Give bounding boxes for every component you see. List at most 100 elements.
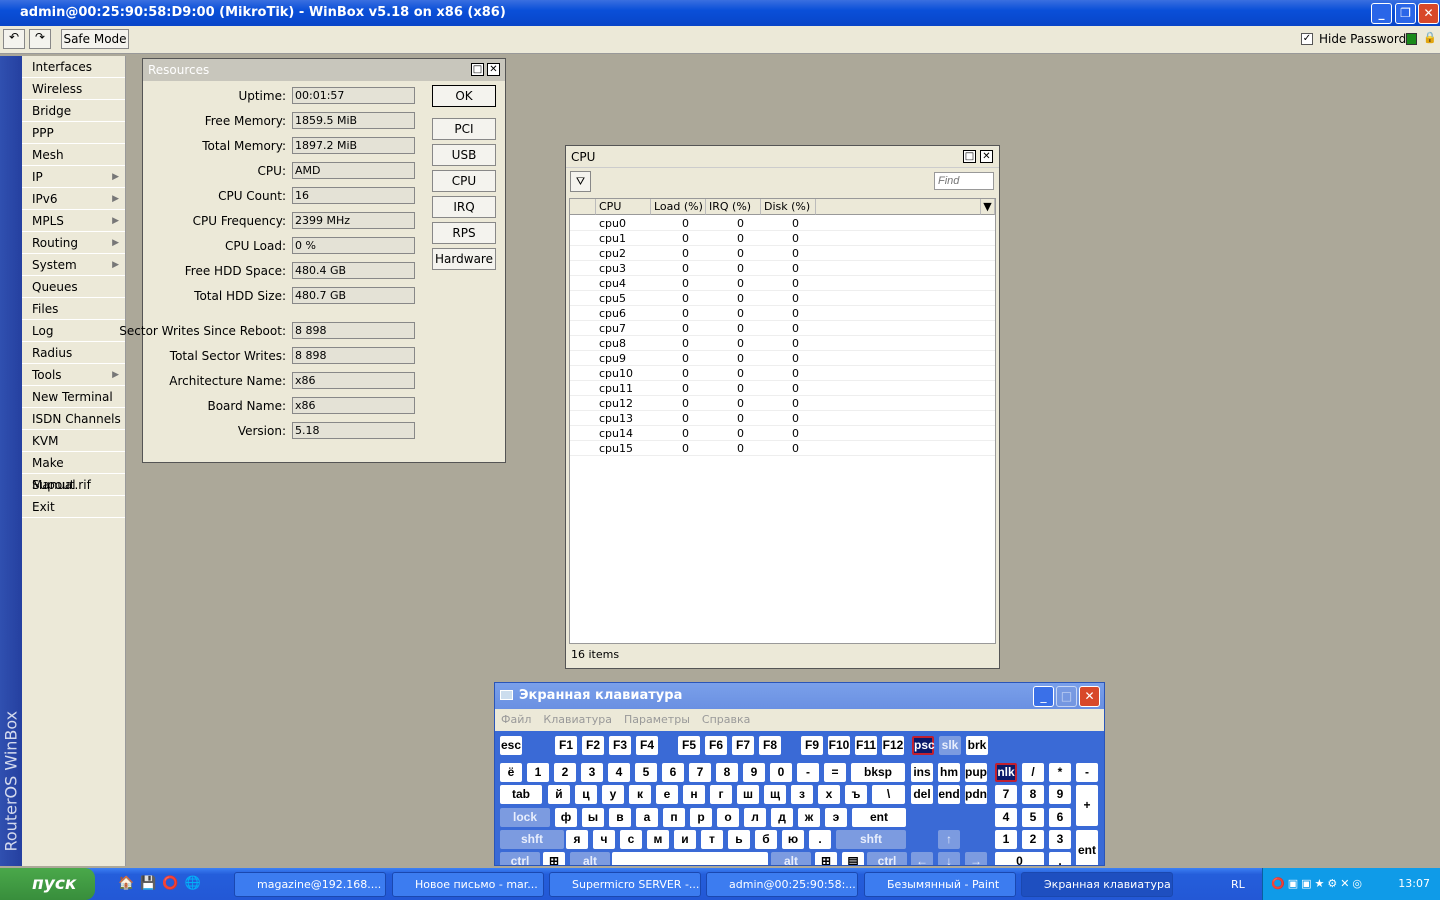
maximize-button[interactable]: ❐ bbox=[1395, 3, 1416, 24]
key-м[interactable]: м bbox=[647, 830, 669, 849]
key-F10[interactable]: F10 bbox=[828, 736, 850, 755]
column-header-disk[interactable]: Disk (%) bbox=[761, 199, 816, 215]
key-*[interactable]: * bbox=[1049, 763, 1071, 782]
key-1[interactable]: 1 bbox=[527, 763, 549, 782]
taskbar-item[interactable]: admin@00:25:90:58:... bbox=[706, 872, 858, 897]
key-psc[interactable]: psc bbox=[912, 736, 935, 755]
safe-mode-button[interactable]: Safe Mode bbox=[61, 29, 129, 49]
key-6[interactable]: 6 bbox=[1049, 808, 1071, 827]
key-F2[interactable]: F2 bbox=[582, 736, 604, 755]
key-в[interactable]: в bbox=[609, 808, 631, 827]
sidebar-item-wireless[interactable]: Wireless bbox=[22, 78, 125, 100]
table-row[interactable]: cpu0 0 0 0 bbox=[570, 216, 995, 231]
close-icon[interactable]: ✕ bbox=[487, 63, 500, 76]
key-F4[interactable]: F4 bbox=[636, 736, 658, 755]
key-ё[interactable]: ё bbox=[500, 763, 522, 782]
key-pdn[interactable]: pdn bbox=[965, 785, 987, 804]
taskbar-item[interactable]: magazine@192.168.... bbox=[234, 872, 386, 897]
table-row[interactable]: cpu3 0 0 0 bbox=[570, 261, 995, 276]
key--[interactable]: - bbox=[797, 763, 819, 782]
key-alt[interactable]: alt bbox=[771, 852, 811, 865]
key-п[interactable]: п bbox=[663, 808, 685, 827]
sidebar-item-system[interactable]: System ▶ bbox=[22, 254, 125, 276]
sidebar-item-exit[interactable]: Exit bbox=[22, 496, 125, 518]
key-и[interactable]: и bbox=[674, 830, 696, 849]
maximize-icon[interactable]: □ bbox=[471, 63, 484, 76]
key-к[interactable]: к bbox=[629, 785, 651, 804]
sidebar-item-manual[interactable]: Manual bbox=[22, 474, 125, 496]
key-.[interactable]: . bbox=[1049, 852, 1071, 865]
maximize-icon[interactable]: □ bbox=[963, 150, 976, 163]
key-ы[interactable]: ы bbox=[582, 808, 604, 827]
sidebar-item-ip[interactable]: IP ▶ bbox=[22, 166, 125, 188]
key-nlk[interactable]: nlk bbox=[995, 763, 1017, 782]
key-tab[interactable]: tab bbox=[500, 785, 542, 804]
language-indicator[interactable]: RL bbox=[1231, 878, 1245, 891]
filter-icon[interactable]: ⛛ bbox=[570, 171, 591, 192]
key-ins[interactable]: ins bbox=[911, 763, 933, 782]
key-alt[interactable]: alt bbox=[570, 852, 610, 865]
key-у[interactable]: у bbox=[602, 785, 624, 804]
key-я[interactable]: я bbox=[566, 830, 588, 849]
table-row[interactable]: cpu9 0 0 0 bbox=[570, 351, 995, 366]
key-ч[interactable]: ч bbox=[593, 830, 615, 849]
key-2[interactable]: 2 bbox=[1022, 830, 1044, 849]
table-row[interactable]: cpu15 0 0 0 bbox=[570, 441, 995, 456]
key-3[interactable]: 3 bbox=[581, 763, 603, 782]
table-row[interactable]: cpu2 0 0 0 bbox=[570, 246, 995, 261]
sidebar-item-ipv6[interactable]: IPv6 ▶ bbox=[22, 188, 125, 210]
taskbar-item[interactable]: Безымянный - Paint bbox=[864, 872, 1016, 897]
key-л[interactable]: л bbox=[744, 808, 766, 827]
key-ctrl[interactable]: ctrl bbox=[500, 852, 540, 865]
column-header-irq[interactable]: IRQ (%) bbox=[706, 199, 761, 215]
sidebar-item-new-terminal[interactable]: New Terminal bbox=[22, 386, 125, 408]
hardware-button[interactable]: Hardware bbox=[432, 248, 496, 270]
menu-2[interactable]: Параметры bbox=[624, 713, 690, 726]
key-slk[interactable]: slk bbox=[939, 736, 961, 755]
sidebar-item-kvm[interactable]: KVM bbox=[22, 430, 125, 452]
key-9[interactable]: 9 bbox=[1049, 785, 1071, 804]
key-0[interactable]: 0 bbox=[770, 763, 792, 782]
column-menu-dropdown[interactable]: ▼ bbox=[981, 199, 995, 215]
key-+[interactable]: + bbox=[1076, 785, 1098, 826]
key-4[interactable]: 4 bbox=[995, 808, 1017, 827]
key-т[interactable]: т bbox=[701, 830, 723, 849]
table-row[interactable]: cpu8 0 0 0 bbox=[570, 336, 995, 351]
key-0[interactable]: 0 bbox=[995, 852, 1044, 865]
key-8[interactable]: 8 bbox=[716, 763, 738, 782]
sidebar-item-make-supout-rif[interactable]: Make Supout.rif bbox=[22, 452, 125, 492]
sidebar-item-tools[interactable]: Tools ▶ bbox=[22, 364, 125, 386]
key-5[interactable]: 5 bbox=[1022, 808, 1044, 827]
key-F5[interactable]: F5 bbox=[678, 736, 700, 755]
key-д[interactable]: д bbox=[771, 808, 793, 827]
key-ц[interactable]: ц bbox=[575, 785, 597, 804]
minimize-button[interactable]: _ bbox=[1033, 686, 1054, 707]
key-↓[interactable]: ↓ bbox=[938, 852, 960, 865]
sidebar-item-log[interactable]: Log bbox=[22, 320, 125, 342]
key-н[interactable]: н bbox=[683, 785, 705, 804]
table-row[interactable]: cpu12 0 0 0 bbox=[570, 396, 995, 411]
sidebar-item-bridge[interactable]: Bridge bbox=[22, 100, 125, 122]
key-pup[interactable]: pup bbox=[965, 763, 987, 782]
menu-1[interactable]: Клавиатура bbox=[543, 713, 612, 726]
usb-button[interactable]: USB bbox=[432, 144, 496, 166]
minimize-button[interactable]: _ bbox=[1371, 3, 1392, 24]
key-↑[interactable]: ↑ bbox=[938, 830, 960, 849]
key-del[interactable]: del bbox=[911, 785, 933, 804]
close-icon[interactable]: ✕ bbox=[980, 150, 993, 163]
key-F6[interactable]: F6 bbox=[705, 736, 727, 755]
key-а[interactable]: а bbox=[636, 808, 658, 827]
key-end[interactable]: end bbox=[938, 785, 960, 804]
sidebar-item-mesh[interactable]: Mesh bbox=[22, 144, 125, 166]
sidebar-item-radius[interactable]: Radius bbox=[22, 342, 125, 364]
key-1[interactable]: 1 bbox=[995, 830, 1017, 849]
taskbar-item[interactable]: Supermicro SERVER -... bbox=[549, 872, 701, 897]
sidebar-item-queues[interactable]: Queues bbox=[22, 276, 125, 298]
key-hm[interactable]: hm bbox=[938, 763, 960, 782]
key-F12[interactable]: F12 bbox=[882, 736, 904, 755]
key-shft[interactable]: shft bbox=[836, 830, 906, 849]
table-row[interactable]: cpu10 0 0 0 bbox=[570, 366, 995, 381]
key-р[interactable]: р bbox=[690, 808, 712, 827]
close-button[interactable]: ✕ bbox=[1079, 686, 1100, 707]
key-brk[interactable]: brk bbox=[966, 736, 988, 755]
